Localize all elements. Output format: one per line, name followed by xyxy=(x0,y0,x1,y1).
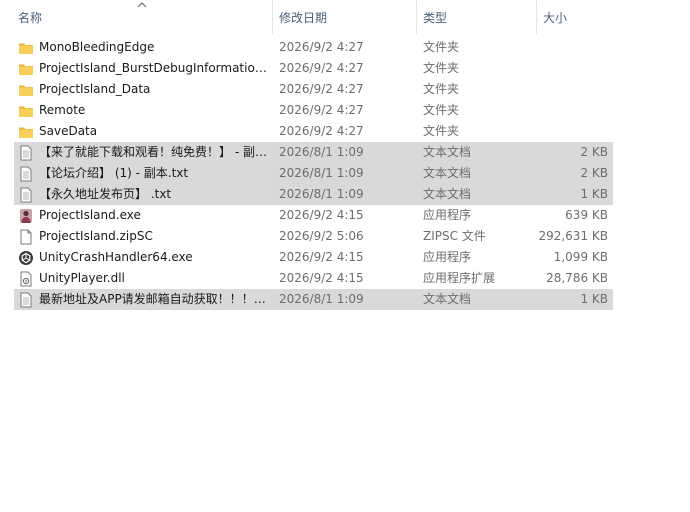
file-name: Remote xyxy=(39,103,86,117)
file-row[interactable]: SaveData 2026/9/2 4:27 文件夹 xyxy=(14,121,613,142)
column-header-name[interactable]: 名称 xyxy=(12,0,272,34)
file-type: 应用程序扩展 xyxy=(423,271,496,285)
file-row[interactable]: UnityCrashHandler64.exe 2026/9/2 4:15 应用程序… xyxy=(14,247,613,268)
file-date: 2026/9/2 5:06 xyxy=(279,229,364,243)
file-type: 文件夹 xyxy=(423,124,460,138)
file-date: 2026/8/1 1:09 xyxy=(279,166,364,180)
file-date: 2026/9/2 4:27 xyxy=(279,124,364,138)
dll-file-icon xyxy=(18,271,34,287)
file-name: ProjectIsland_Data xyxy=(39,82,151,96)
file-name: UnityCrashHandler64.exe xyxy=(39,250,193,264)
file-size: 1 KB xyxy=(580,187,608,201)
blank-file-icon xyxy=(18,229,34,245)
file-row[interactable]: UnityPlayer.dll 2026/9/2 4:15 应用程序扩展 28,786… xyxy=(14,268,613,289)
file-size: 28,786 KB xyxy=(546,271,608,285)
file-date: 2026/9/2 4:15 xyxy=(279,271,364,285)
file-date: 2026/8/1 1:09 xyxy=(279,145,364,159)
file-name: UnityPlayer.dll xyxy=(39,271,125,285)
file-size: 1 KB xyxy=(580,292,608,306)
text-file-icon xyxy=(18,187,34,203)
file-name: ProjectIsland_BurstDebugInformation_DoNo… xyxy=(39,61,267,75)
file-name: 【来了就能下载和观看！纯免费！】 - 副本.txt xyxy=(39,145,267,159)
file-type: 文本文档 xyxy=(423,145,472,159)
column-header-type[interactable]: 类型 xyxy=(416,0,536,34)
file-size: 2 KB xyxy=(580,145,608,159)
folder-icon xyxy=(18,124,34,140)
file-date: 2026/9/2 4:27 xyxy=(279,103,364,117)
file-name: 最新地址及APP请发邮箱自动获取！！！.txt xyxy=(39,292,267,306)
file-size: 292,631 KB xyxy=(538,229,608,243)
file-row[interactable]: ProjectIsland.zipSC 2026/9/2 5:06 ZIPSC 文件… xyxy=(14,226,613,247)
file-date: 2026/9/2 4:27 xyxy=(279,82,364,96)
file-type: ZIPSC 文件 xyxy=(423,229,486,243)
file-size xyxy=(534,58,608,79)
file-type: 文件夹 xyxy=(423,82,460,96)
file-size: 2 KB xyxy=(580,166,608,180)
file-name: 【永久地址发布页】 .txt xyxy=(39,187,172,201)
text-file-icon xyxy=(18,292,34,308)
file-date: 2026/9/2 4:15 xyxy=(279,250,364,264)
file-size xyxy=(534,79,608,100)
file-type: 文件夹 xyxy=(423,103,460,117)
file-name: ProjectIsland.exe xyxy=(39,208,141,222)
file-name: 【论坛介绍】 (1) - 副本.txt xyxy=(39,166,189,180)
text-file-icon xyxy=(18,145,34,161)
file-row[interactable]: 【论坛介绍】 (1) - 副本.txt 2026/8/1 1:09 文本文档 2 KB xyxy=(14,163,613,184)
folder-icon xyxy=(18,82,34,98)
file-size xyxy=(534,37,608,58)
file-type: 文本文档 xyxy=(423,292,472,306)
file-date: 2026/9/2 4:27 xyxy=(279,40,364,54)
folder-icon xyxy=(18,40,34,56)
file-date: 2026/9/2 4:15 xyxy=(279,208,364,222)
file-row[interactable]: ProjectIsland_Data 2026/9/2 4:27 文件夹 xyxy=(14,79,613,100)
file-size xyxy=(534,121,608,142)
file-size: 1,099 KB xyxy=(553,250,608,264)
file-type: 应用程序 xyxy=(423,208,472,222)
file-type: 应用程序 xyxy=(423,250,472,264)
file-name: MonoBleedingEdge xyxy=(39,40,155,54)
file-date: 2026/8/1 1:09 xyxy=(279,187,364,201)
column-header-bar: 名称 修改日期 类型 大小 xyxy=(0,0,690,34)
file-date: 2026/9/2 4:27 xyxy=(279,61,364,75)
file-row[interactable]: 最新地址及APP请发邮箱自动获取！！！.txt 2026/8/1 1:09 文本文档… xyxy=(14,289,613,310)
file-type: 文本文档 xyxy=(423,187,472,201)
file-date: 2026/8/1 1:09 xyxy=(279,292,364,306)
file-name: ProjectIsland.zipSC xyxy=(39,229,153,243)
unity-icon xyxy=(18,250,34,266)
file-name: SaveData xyxy=(39,124,98,138)
text-file-icon xyxy=(18,166,34,182)
file-size: 639 KB xyxy=(565,208,608,222)
file-type: 文件夹 xyxy=(423,40,460,54)
file-row[interactable]: 【永久地址发布页】 .txt 2026/8/1 1:09 文本文档 1 KB xyxy=(14,184,613,205)
file-row[interactable]: 【来了就能下载和观看！纯免费！】 - 副本.txt 2026/8/1 1:09 文本… xyxy=(14,142,613,163)
file-row[interactable]: ProjectIsland_BurstDebugInformation_DoNo… xyxy=(14,58,613,79)
file-type: 文本文档 xyxy=(423,166,472,180)
folder-icon xyxy=(18,103,34,119)
file-row[interactable]: MonoBleedingEdge 2026/9/2 4:27 文件夹 xyxy=(14,37,613,58)
column-header-size[interactable]: 大小 xyxy=(536,0,616,34)
file-row[interactable]: Remote 2026/9/2 4:27 文件夹 xyxy=(14,100,613,121)
file-row[interactable]: ProjectIsland.exe 2026/9/2 4:15 应用程序 639 KB xyxy=(14,205,613,226)
folder-icon xyxy=(18,61,34,77)
file-type: 文件夹 xyxy=(423,61,460,75)
app-exe-icon xyxy=(18,208,34,224)
file-size xyxy=(534,100,608,121)
column-header-date[interactable]: 修改日期 xyxy=(272,0,416,34)
